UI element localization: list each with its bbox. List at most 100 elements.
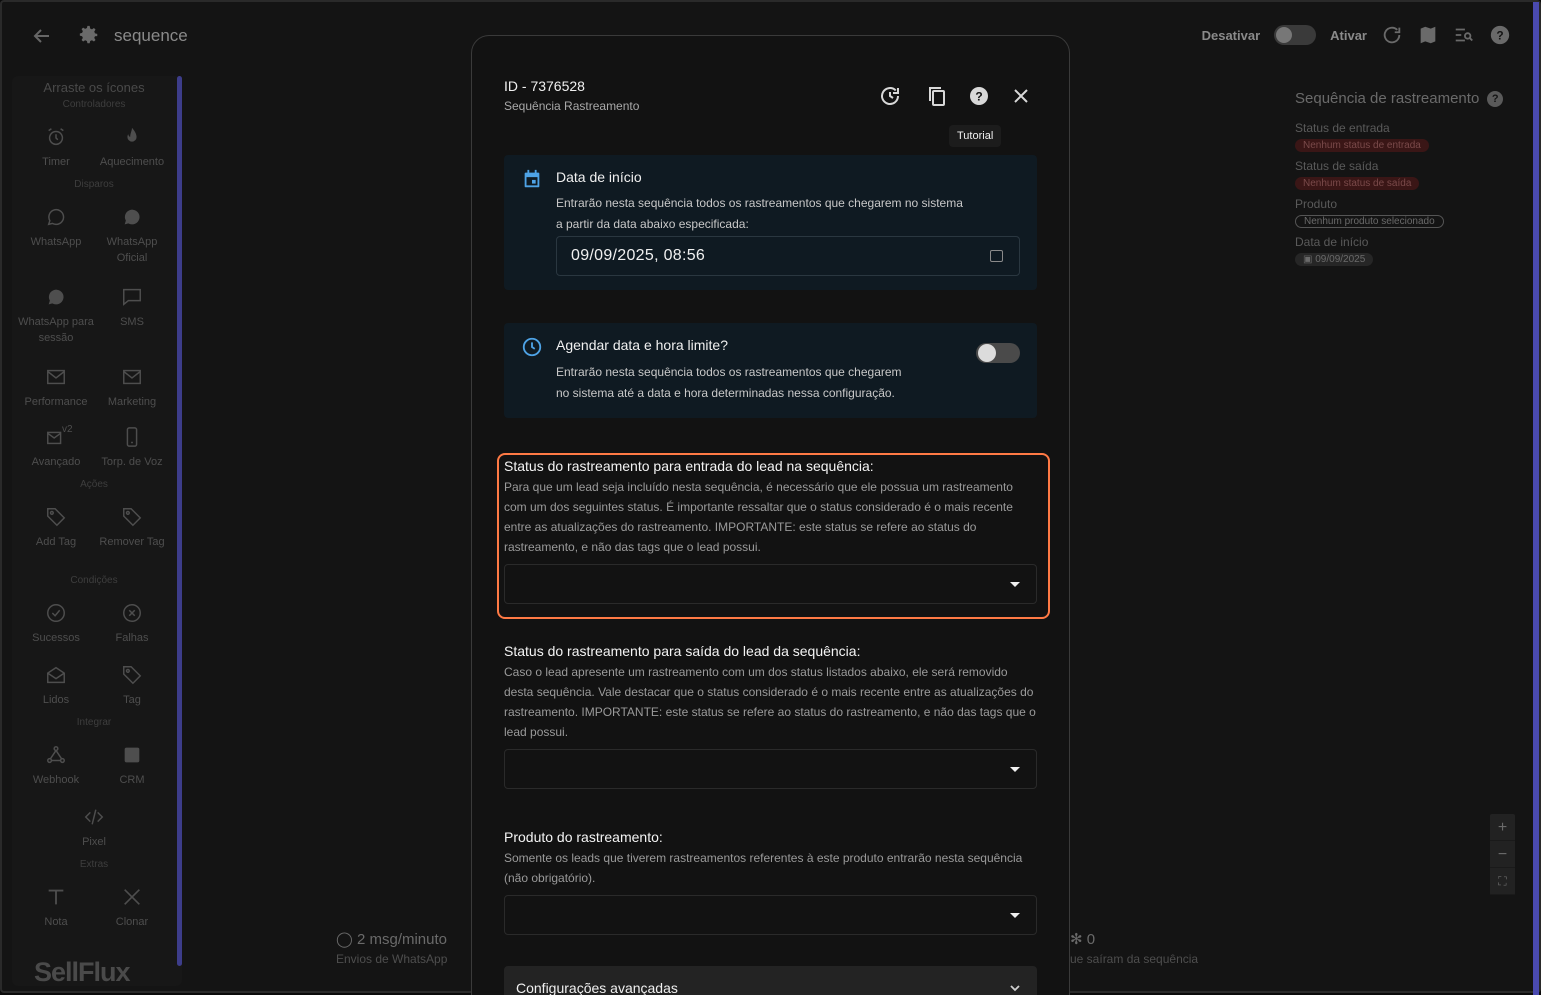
exit-status-badge: Nenhum status de saída: [1295, 177, 1420, 190]
help-icon[interactable]: ?: [1489, 24, 1511, 46]
copy-icon[interactable]: [925, 84, 949, 108]
activate-label: Ativar: [1330, 27, 1367, 43]
map-icon[interactable]: [1417, 24, 1439, 46]
zoom-out-button[interactable]: −: [1490, 841, 1515, 868]
palette-item-webhook[interactable]: Webhook: [18, 744, 94, 788]
palette-item-label: Pixel: [82, 836, 106, 848]
send-rate-value: ◯ 2 msg/minuto: [336, 931, 448, 948]
calendar-picker-icon[interactable]: [990, 250, 1003, 262]
palette-item-label: Webhook: [32, 774, 80, 786]
description-line: Entrarão nesta sequência todos os rastre…: [556, 365, 902, 379]
palette-item-clone[interactable]: Clonar: [94, 886, 170, 930]
fit-view-icon[interactable]: ⛶: [1490, 868, 1515, 895]
advanced-settings-accordion[interactable]: Configurações avançadas: [504, 966, 1037, 995]
mail-icon: [47, 369, 65, 385]
palette-item-label: Timer: [42, 156, 70, 168]
exit-status-select[interactable]: [504, 749, 1037, 789]
palette-item-whatsapp[interactable]: WhatsApp: [18, 206, 94, 250]
palette-item-label: Add Tag: [35, 536, 77, 548]
product-select[interactable]: [504, 895, 1037, 935]
close-icon[interactable]: [1009, 84, 1033, 108]
tag-icon: [47, 508, 66, 527]
refresh-icon[interactable]: [1381, 24, 1403, 46]
activation-toggle[interactable]: [1274, 25, 1317, 45]
palette-item-advanced[interactable]: v2 Avançado: [18, 424, 94, 470]
palette-item-failures[interactable]: Falhas: [94, 602, 170, 646]
palette-item-timer[interactable]: Timer: [18, 126, 94, 170]
deactivate-label: Desativar: [1201, 27, 1261, 43]
limit-date-description: Entrarão nesta sequência todos os rastre…: [556, 362, 902, 404]
product-label: Produto: [1295, 197, 1338, 211]
send-rate-text: 2 msg/minuto: [356, 931, 448, 948]
top-actions: Desativar Ativar ?: [1202, 24, 1511, 46]
entry-status-title: Status do rastreamento para entrada do l…: [504, 458, 874, 474]
palette-item-label: Falhas: [115, 632, 149, 644]
send-rate-label: Envios de WhatsApp: [336, 952, 448, 966]
palette-item-label: WhatsApp Oficial: [106, 236, 158, 264]
whatsapp-icon: [47, 208, 65, 226]
palette-item-tag[interactable]: Tag: [94, 664, 170, 708]
palette-item-performance[interactable]: Performance: [18, 366, 94, 410]
palette-item-label: Nota: [44, 916, 68, 928]
tag-icon: [123, 508, 142, 527]
section-controllers: Controladores: [62, 99, 126, 110]
entry-status-select[interactable]: [504, 564, 1037, 604]
palette-item-sms[interactable]: SMS: [94, 286, 170, 330]
section-extras: Extras: [79, 859, 109, 870]
palette-item-label: CRM: [119, 774, 145, 786]
description-line: Entrarão nesta sequência todos os rastre…: [556, 196, 963, 210]
description-line: a partir da data abaixo especificada:: [556, 217, 749, 231]
limit-date-title: Agendar data e hora limite?: [556, 337, 728, 353]
caret-down-icon: [1010, 582, 1020, 587]
palette-item-pixel[interactable]: Pixel: [56, 806, 132, 850]
palette-item-add-tag[interactable]: Add Tag: [18, 506, 94, 550]
sms-icon: [123, 288, 141, 306]
mail-icon: [123, 369, 141, 385]
phone-icon: [126, 427, 138, 447]
gear-icon[interactable]: [78, 24, 100, 46]
left-count: ✻ 0: [1070, 931, 1096, 948]
product-badge: Nenhum produto selecionado: [1295, 215, 1444, 228]
palette-item-label: Performance: [24, 396, 88, 408]
start-datetime-input[interactable]: 09/09/2025, 08:56: [556, 236, 1020, 276]
section-conditions: Condições: [70, 575, 118, 586]
help-icon[interactable]: ?: [967, 84, 991, 108]
palette-item-whatsapp-official[interactable]: WhatsApp Oficial: [94, 206, 170, 266]
palette-scrollbar[interactable]: [177, 76, 182, 966]
zoom-in-button[interactable]: +: [1490, 814, 1515, 841]
search-list-icon[interactable]: [1453, 24, 1475, 46]
palette-item-warmup[interactable]: Aquecimento: [94, 126, 170, 170]
left-count-label: ue saíram da sequência: [1070, 952, 1199, 966]
help-icon[interactable]: ?: [1487, 90, 1504, 107]
palette-item-label: Remover Tag: [99, 536, 165, 548]
palette-item-marketing[interactable]: Marketing: [94, 366, 170, 410]
limit-date-card: Agendar data e hora limite? Entrarão nes…: [504, 323, 1037, 418]
palette-item-remove-tag[interactable]: Remover Tag: [94, 506, 170, 550]
section-shots: Disparos: [74, 179, 114, 190]
sequence-type: Sequência Rastreamento: [504, 99, 640, 113]
palette-item-label: WhatsApp para sessão: [18, 316, 94, 344]
exit-status-description: Caso o lead apresente um rastreamento co…: [504, 665, 1036, 739]
start-date-badge: ▣ 09/09/2025: [1295, 253, 1374, 266]
palette-item-note[interactable]: Nota: [18, 886, 94, 930]
check-circle-icon: [47, 604, 65, 622]
palette-item-crm[interactable]: CRM: [94, 744, 170, 788]
palette-item-read[interactable]: Lidos: [18, 664, 94, 708]
palette-item-whatsapp-session[interactable]: WhatsApp para sessão: [18, 286, 94, 346]
exit-status-title: Status do rastreamento para saída do lea…: [504, 643, 861, 659]
palette-item-successes[interactable]: Sucessos: [18, 602, 94, 646]
brand-text: SellFlux: [34, 957, 131, 987]
palette-item-voice[interactable]: Torp. de Voz: [94, 426, 170, 470]
zoom-controls: + − ⛶: [1490, 814, 1515, 895]
back-arrow-icon[interactable]: [30, 24, 54, 48]
entry-status-description: Para que um lead seja incluído nesta seq…: [504, 480, 1013, 554]
palette-item-label: Avançado: [31, 456, 81, 468]
sequence-settings-modal: ID - 7376528 Sequência Rastreamento ? Tu…: [471, 35, 1070, 995]
chevron-down-icon: [1010, 985, 1020, 992]
palette-item-label: WhatsApp: [30, 236, 82, 248]
history-icon[interactable]: [878, 84, 902, 108]
limit-date-toggle[interactable]: [976, 343, 1020, 363]
calendar-icon: [524, 169, 540, 188]
caret-down-icon: [1010, 913, 1020, 918]
start-datetime-value: 09/09/2025, 08:56: [571, 247, 706, 264]
